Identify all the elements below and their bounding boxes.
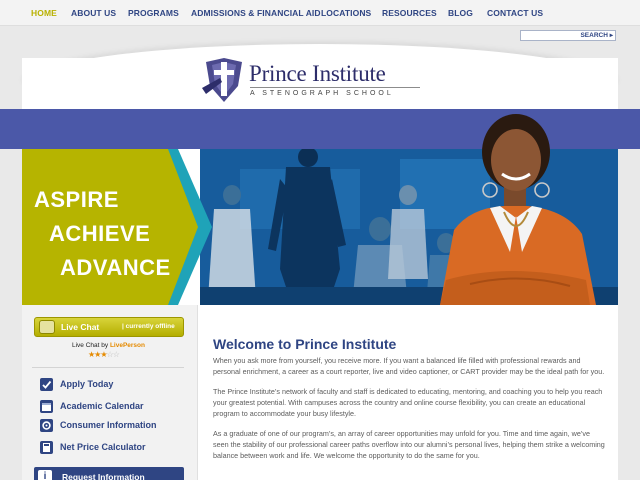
nav-about-us[interactable]: ABOUT US: [71, 8, 116, 18]
slogan-panel: ASPIRE ACHIEVE ADVANCE: [22, 149, 212, 305]
checkbox-icon: [40, 378, 53, 391]
nav-admissions[interactable]: ADMISSIONS & FINANCIAL AID: [191, 8, 321, 18]
slogan-achieve: ACHIEVE: [49, 221, 151, 246]
calendar-icon: [40, 400, 53, 413]
top-navigation: HOME ABOUT US PROGRAMS ADMISSIONS & FINA…: [0, 0, 640, 26]
nav-blog[interactable]: BLOG: [448, 8, 473, 18]
calculator-icon: [40, 441, 53, 454]
sidebar-link-label: Academic Calendar: [60, 401, 144, 411]
logo-name: Prince Institute: [249, 61, 386, 86]
page-title: Welcome to Prince Institute: [213, 336, 397, 352]
live-chat-label: Live Chat: [61, 322, 100, 332]
nav-resources[interactable]: RESOURCES: [382, 8, 437, 18]
sidebar-divider: [32, 367, 184, 368]
slogan-aspire: ASPIRE: [34, 187, 119, 212]
rating-stars[interactable]: ★★★☆☆: [88, 350, 120, 359]
search-input[interactable]: SEARCH ▸: [520, 30, 616, 41]
gear-icon: [40, 419, 53, 432]
liveperson-link[interactable]: LivePerson: [110, 342, 145, 349]
student-photo: [440, 114, 596, 305]
crest-icon: [202, 58, 242, 102]
slogan-advance: ADVANCE: [60, 255, 171, 280]
chat-bubble-icon: [39, 320, 55, 334]
sidebar-link-label: Consumer Information: [60, 420, 157, 430]
request-information-label: Request Information: [62, 472, 145, 480]
live-chat-status: | currently offline: [122, 323, 175, 330]
sidebar-link-label: Net Price Calculator: [60, 442, 146, 452]
sidebar: Live Chat | currently offline Live Chat …: [22, 305, 198, 480]
live-chat-button[interactable]: Live Chat | currently offline: [34, 317, 184, 337]
nav-home[interactable]: HOME: [31, 8, 57, 18]
info-icon: i: [38, 470, 52, 480]
live-chat-credit: Live Chat by LivePerson: [72, 342, 145, 349]
nav-locations[interactable]: LOCATIONS: [321, 8, 371, 18]
live-chat-credit-prefix: Live Chat by: [72, 342, 110, 349]
sidebar-link-net-price-calculator[interactable]: Net Price Calculator: [40, 440, 190, 456]
rating-stars-empty: ☆☆: [106, 350, 120, 359]
intro-paragraph-1: When you ask more from yourself, you rec…: [213, 356, 605, 376]
search-button[interactable]: SEARCH ▸: [580, 31, 613, 41]
sidebar-link-consumer-information[interactable]: Consumer Information: [40, 418, 190, 434]
intro-paragraph-2: The Prince Institute’s network of facult…: [213, 387, 603, 418]
sidebar-link-academic-calendar[interactable]: Academic Calendar: [40, 399, 190, 415]
intro-paragraph-3: As a graduate of one of our program’s, a…: [213, 429, 605, 460]
nav-contact-us[interactable]: CONTACT US: [487, 8, 543, 18]
logo-tagline: A STENOGRAPH SCHOOL: [250, 90, 394, 97]
logo-rule: [250, 87, 420, 88]
sidebar-link-apply-today[interactable]: Apply Today: [40, 377, 190, 393]
main-content: Welcome to Prince Institute When you ask…: [213, 336, 605, 461]
site-logo[interactable]: Prince Institute A STENOGRAPH SCHOOL: [202, 58, 432, 104]
nav-programs[interactable]: PROGRAMS: [128, 8, 179, 18]
sidebar-link-label: Apply Today: [60, 379, 114, 389]
rating-stars-filled: ★★★: [88, 350, 107, 359]
request-information-button[interactable]: i Request Information: [34, 467, 184, 480]
